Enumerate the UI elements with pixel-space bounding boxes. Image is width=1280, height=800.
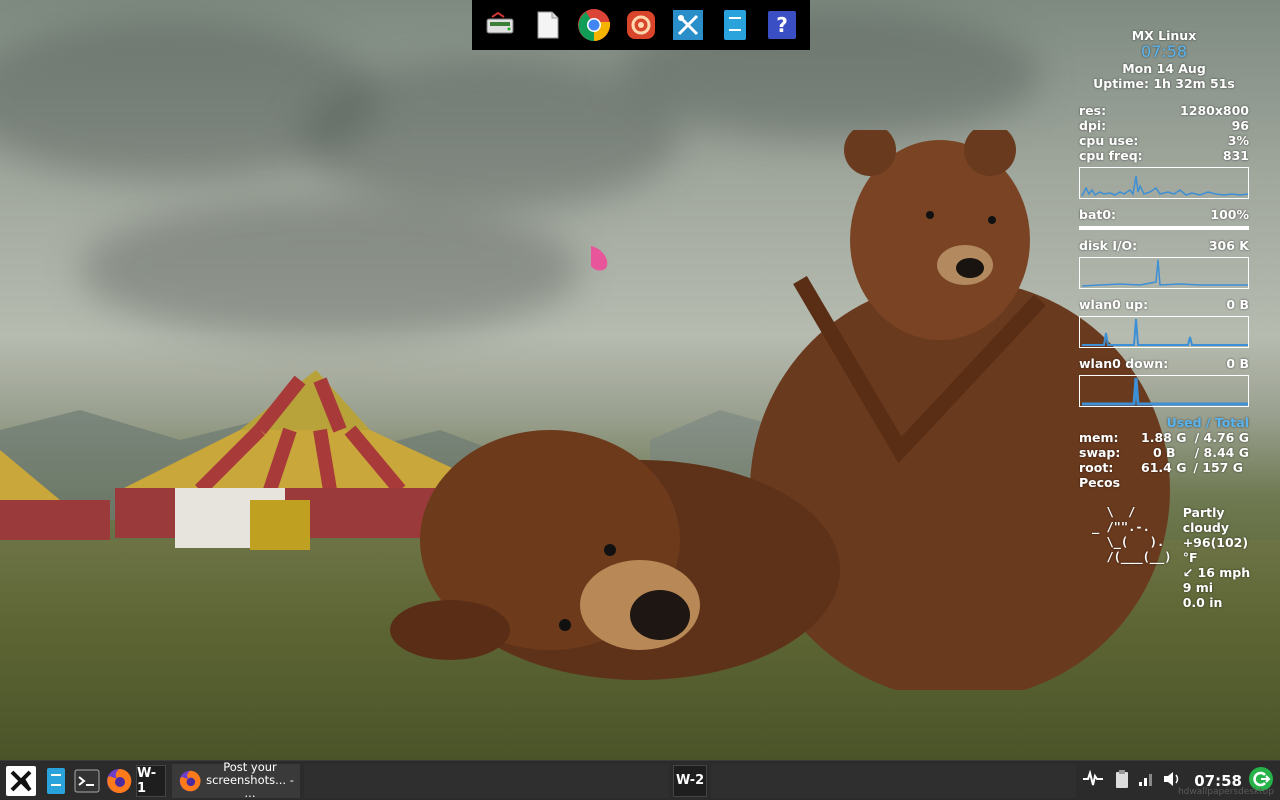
res-row: res: 1280x800 [1079,103,1249,118]
terminal-launcher-icon[interactable] [72,764,102,798]
firefox-icon [179,770,201,791]
task-firefox-window[interactable]: Post your screenshots... - ... [172,761,300,800]
mouse-pointer-icon [591,246,608,271]
disk-io-row: disk I/O: 306 K [1079,238,1249,253]
svg-text:?: ? [777,13,789,37]
root-row: root: 61.4 G/ 157 G [1079,460,1243,475]
disk-manager-icon[interactable] [483,8,517,42]
cpu-graph [1079,167,1249,199]
weather-art: \ / _ /"".-. \_( ). /(___(__) [1092,505,1179,564]
location: Pecos [1079,475,1121,490]
weather-text: Partly cloudy +96(102) °F ↙ 16 mph 9 mi … [1179,505,1252,610]
swap-row: swap: 0 B/ 8.44 G [1079,445,1249,460]
wlan-down-graph [1079,375,1249,407]
clipboard-icon[interactable] [1114,769,1130,793]
dpi-row: dpi: 96 [1079,118,1249,133]
taskbar: W-1 Post your screenshots... - ... W-2 0… [0,760,1280,800]
weather-temperature: +96(102) °F [1182,535,1249,565]
mx-tools-icon[interactable] [671,8,705,42]
taskbar-empty-area-2 [711,763,1077,798]
chrome-icon[interactable] [577,8,611,42]
weather-block: \ / _ /"".-. \_( ). /(___(__) Partly clo… [1076,505,1252,610]
battery-row: bat0: 100% [1079,207,1249,222]
weather-visibility: 9 mi [1182,580,1214,595]
file-manager-icon[interactable] [718,8,752,42]
cpu-use-row: cpu use: 3% [1079,133,1249,148]
cpu-freq-row: cpu freq: 831 [1079,148,1249,163]
help-icon[interactable]: ? [765,8,799,42]
wallpaper-watermark: hdwallpapersdesktop [1177,787,1274,797]
text-editor-icon[interactable] [530,8,564,42]
desktop[interactable]: ? MX Linux 07:58 Mon 14 Aug Uptime: 1h 3… [0,0,1280,800]
wlan-down-row: wlan0 down: 0 B [1079,356,1249,371]
mem-row: mem: 1.88 G/ 4.76 G [1079,430,1249,445]
wlan-up-graph [1079,316,1249,348]
weather-condition: Partly cloudy [1182,505,1229,535]
conky-monitor: MX Linux 07:58 Mon 14 Aug Uptime: 1h 32m… [1076,28,1252,610]
conky-clock: 07:58 [1140,42,1188,61]
workspace-2-button[interactable]: W-2 [673,764,708,797]
software-installer-icon[interactable] [624,8,658,42]
workspace-1-button[interactable]: W-1 [136,764,166,797]
launcher-dock: ? [472,0,810,50]
firefox-launcher-icon[interactable] [104,764,134,798]
distro-name: MX Linux [1131,28,1197,43]
weather-precipitation: 0.0 in [1182,595,1223,610]
file-manager-launcher-icon[interactable] [42,764,70,798]
mx-menu-button[interactable] [6,765,36,796]
disk-io-graph [1079,257,1249,289]
conky-uptime: Uptime: 1h 32m 51s [1093,76,1235,91]
network-signal-icon[interactable] [1138,771,1154,791]
mem-header: Used / Total [1166,415,1249,430]
wlan-up-row: wlan0 up: 0 B [1079,297,1249,312]
activity-monitor-icon[interactable] [1082,768,1104,792]
conky-date: Mon 14 Aug [1122,61,1206,76]
weather-wind: ↙ 16 mph [1182,565,1251,580]
taskbar-empty-area [304,763,670,798]
task-title: Post your screenshots... - ... [206,761,294,800]
